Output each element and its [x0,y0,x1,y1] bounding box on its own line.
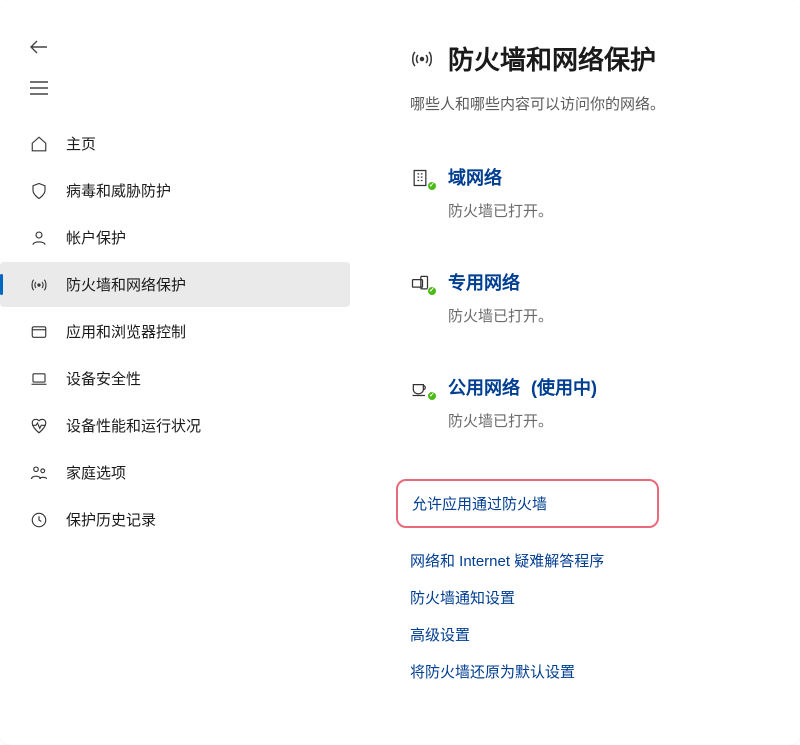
public-network-link[interactable]: 公用网络 (使用中) [448,374,597,400]
firewall-settings-links: 允许应用通过防火墙 网络和 Internet 疑难解答程序 防火墙通知设置 高级… [410,479,770,682]
network-title: 公用网络 [448,378,520,398]
nav-label: 家庭选项 [66,462,126,483]
nav-firewall[interactable]: 防火墙和网络保护 [0,262,350,307]
domain-network-link[interactable]: 域网络 [448,164,553,190]
family-icon [28,464,50,482]
allow-app-through-firewall-link[interactable]: 允许应用通过防火墙 [412,493,547,514]
antenna-icon [28,276,50,294]
domain-network-status: 防火墙已打开。 [448,200,553,221]
heart-pulse-icon [28,417,50,435]
restore-firewall-defaults-link[interactable]: 将防火墙还原为默认设置 [410,661,770,682]
network-troubleshooter-link[interactable]: 网络和 Internet 疑难解答程序 [410,550,770,571]
nav-device-security[interactable]: 设备安全性 [0,356,350,401]
page-title: 防火墙和网络保护 [448,40,656,77]
shield-icon [28,182,50,200]
nav-protection-history[interactable]: 保护历史记录 [0,497,350,542]
cafe-icon [410,378,434,398]
check-badge-icon [427,181,437,191]
public-network-section: 公用网络 (使用中) 防火墙已打开。 [410,374,770,431]
app-icon [28,323,50,341]
nav-label: 病毒和威胁防护 [66,180,171,201]
nav-device-performance[interactable]: 设备性能和运行状况 [0,403,350,448]
network-in-use-label: (使用中) [531,378,597,398]
sidebar: 主页 病毒和威胁防护 帐户保护 [0,30,360,745]
nav-account-protection[interactable]: 帐户保护 [0,215,350,260]
nav-label: 保护历史记录 [66,509,156,530]
nav-label: 防火墙和网络保护 [66,274,186,295]
private-network-section: 专用网络 防火墙已打开。 [410,269,770,326]
nav-family-options[interactable]: 家庭选项 [0,450,350,495]
main-content: 防火墙和网络保护 哪些人和哪些内容可以访问你的网络。 域网络 防火墙已打开。 [360,30,800,745]
nav-label: 设备性能和运行状况 [66,415,201,436]
menu-button[interactable] [0,81,360,119]
check-badge-icon [427,391,437,401]
nav-label: 应用和浏览器控制 [66,321,186,342]
public-network-status: 防火墙已打开。 [448,410,597,431]
domain-network-section: 域网络 防火墙已打开。 [410,164,770,221]
private-network-link[interactable]: 专用网络 [448,269,553,295]
person-icon [28,229,50,247]
nav-virus-protection[interactable]: 病毒和威胁防护 [0,168,350,213]
nav-home[interactable]: 主页 [0,121,350,166]
allow-app-highlight: 允许应用通过防火墙 [396,479,659,528]
back-button[interactable] [30,40,48,54]
nav-label: 帐户保护 [66,227,126,248]
check-badge-icon [427,286,437,296]
firewall-notification-settings-link[interactable]: 防火墙通知设置 [410,587,770,608]
private-network-icon [410,273,434,293]
nav-app-browser-control[interactable]: 应用和浏览器控制 [0,309,350,354]
network-title: 专用网络 [448,273,520,293]
page-subtitle: 哪些人和哪些内容可以访问你的网络。 [410,93,770,114]
nav-label: 设备安全性 [66,368,141,389]
building-icon [410,168,434,188]
antenna-icon [410,47,434,71]
nav-label: 主页 [66,133,96,154]
advanced-settings-link[interactable]: 高级设置 [410,624,770,645]
laptop-icon [28,370,50,388]
private-network-status: 防火墙已打开。 [448,305,553,326]
network-title: 域网络 [448,168,502,188]
history-icon [28,511,50,529]
home-icon [28,135,50,153]
